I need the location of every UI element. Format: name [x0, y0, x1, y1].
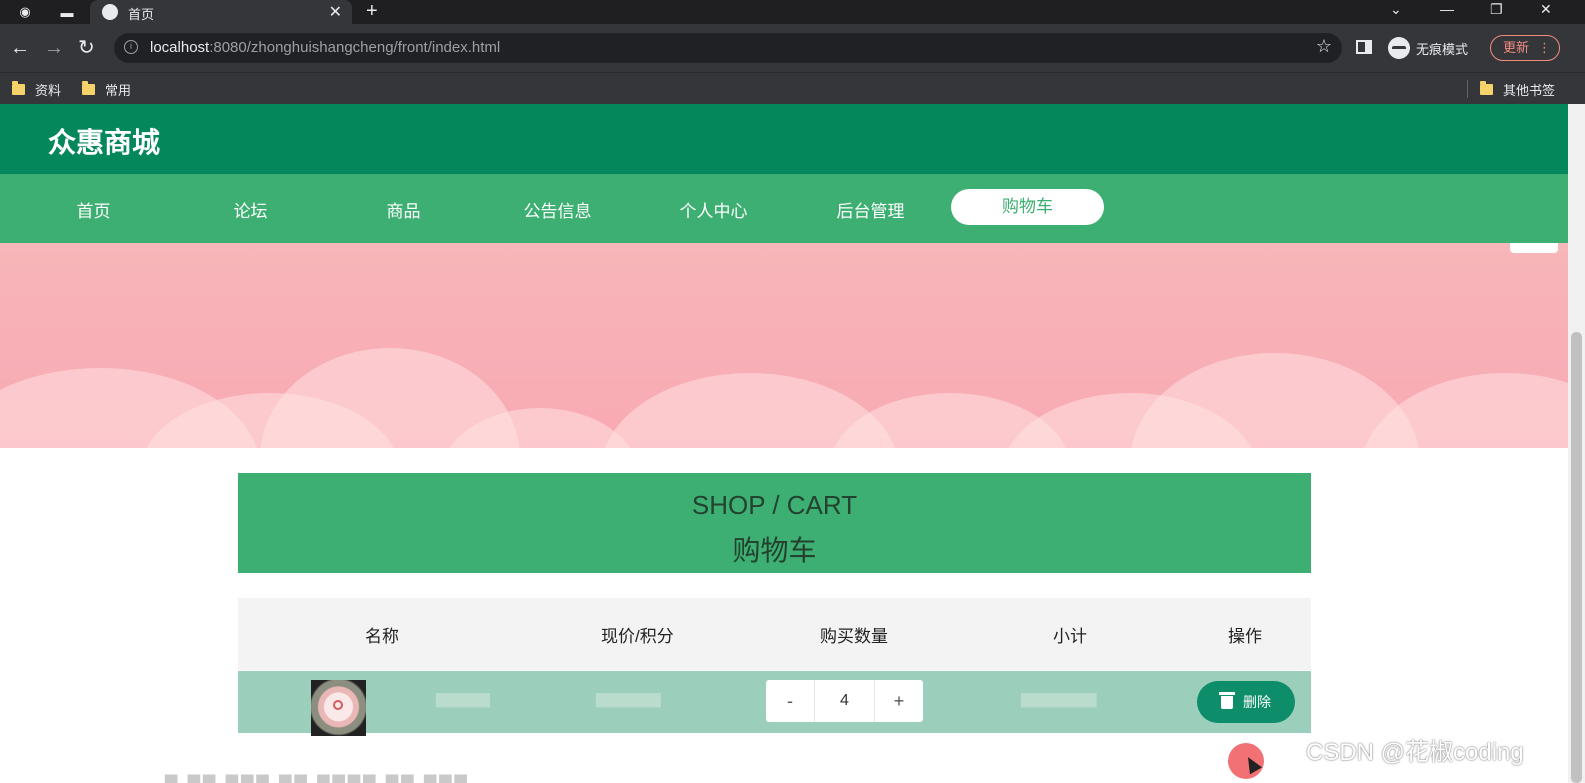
- web-page: 众惠商城 首页 论坛 商品 公告信息 个人中心 后台管理 购物车 SHOP / …: [0, 104, 1568, 783]
- site-info-icon[interactable]: i: [124, 40, 138, 54]
- nav-products[interactable]: 商品: [327, 194, 480, 230]
- column-header-action: 操作: [1228, 627, 1262, 646]
- tab-search-icon[interactable]: ⌄: [1390, 0, 1402, 18]
- bookmark-star-icon[interactable]: ☆: [1316, 36, 1332, 57]
- tab-title: 首页: [128, 7, 155, 22]
- folder-icon: [12, 81, 25, 95]
- other-bookmarks-label: 其他书签: [1503, 83, 1556, 98]
- close-window-icon[interactable]: ✕: [1540, 0, 1552, 18]
- nav-forum[interactable]: 论坛: [174, 194, 327, 230]
- other-bookmarks[interactable]: 其他书签: [1480, 80, 1555, 99]
- blurred-footer-text: ▇ ▇▇ ▇▇▇ ▇▇ ▇▇▇▇ ▇▇ ▇▇▇: [165, 774, 470, 783]
- url-text[interactable]: localhost:8080/zhonghuishangcheng/front/…: [150, 39, 500, 56]
- cart-row: ▇▇▇▇▇ ▇▇▇▇▇▇ - 4 + ▇▇▇▇▇▇▇ 删除: [238, 671, 1311, 736]
- close-tab-icon[interactable]: ✕: [329, 2, 342, 22]
- more-menu-icon[interactable]: ⋮: [1538, 36, 1551, 59]
- bookmark-label: 常用: [105, 83, 132, 98]
- delete-label: 删除: [1243, 694, 1271, 710]
- watermark: CSDN @花椒coding: [1306, 739, 1524, 766]
- nav-announcements[interactable]: 公告信息: [481, 194, 634, 230]
- back-icon[interactable]: ←: [10, 37, 30, 59]
- quantity-decrease-button[interactable]: -: [766, 680, 814, 722]
- bookmark-folder-ziliao[interactable]: 资料: [12, 80, 61, 99]
- bookmark-label: 资料: [35, 83, 62, 98]
- nav-home[interactable]: 首页: [17, 194, 170, 230]
- subtotal-redacted: ▇▇▇▇▇▇▇: [1021, 691, 1097, 707]
- browser-tab-strip: ◉ ▬ 首页 ✕ + ⌄ — ❐ ✕: [0, 0, 1585, 24]
- delete-button[interactable]: 删除: [1197, 681, 1295, 723]
- bookmark-folder-changyong[interactable]: 常用: [82, 80, 131, 99]
- column-header-quantity: 购买数量: [820, 627, 888, 646]
- incognito-indicator[interactable]: 无痕模式: [1388, 36, 1468, 60]
- cart-section-header: SHOP / CART 购物车: [238, 473, 1311, 573]
- bookmarks-bar: 资料 常用 其他书签: [0, 72, 1585, 105]
- product-thumbnail[interactable]: [311, 680, 366, 736]
- nav-cart[interactable]: 购物车: [951, 189, 1104, 225]
- bookmarks-divider: [1467, 80, 1468, 98]
- globe-icon: [102, 4, 118, 20]
- incognito-label: 无痕模式: [1416, 41, 1469, 57]
- banner-decoration: [1360, 373, 1568, 448]
- tab-overview-icon[interactable]: ▬: [58, 3, 76, 21]
- main-nav: 首页 论坛 商品 公告信息 个人中心 后台管理 购物车: [0, 174, 1568, 243]
- reload-icon[interactable]: ↻: [78, 37, 95, 59]
- address-bar[interactable]: i localhost:8080/zhonghuishangcheng/fron…: [114, 33, 1342, 63]
- update-label: 更新: [1503, 40, 1530, 55]
- update-button[interactable]: 更新 ⋮: [1490, 35, 1560, 61]
- forward-icon[interactable]: →: [44, 37, 64, 59]
- trash-icon: [1219, 691, 1235, 709]
- quantity-value[interactable]: 4: [814, 680, 875, 722]
- page-scrollbar[interactable]: [1568, 104, 1585, 783]
- product-price-redacted: ▇▇▇▇▇▇: [596, 691, 661, 707]
- banner-carousel[interactable]: [0, 243, 1568, 448]
- incognito-icon: [1388, 37, 1410, 59]
- site-header: 众惠商城: [0, 104, 1568, 174]
- banner-tab: [1510, 243, 1558, 253]
- folder-icon: [82, 81, 95, 95]
- nav-profile[interactable]: 个人中心: [637, 194, 790, 230]
- column-header-subtotal: 小计: [1053, 627, 1087, 646]
- column-header-name: 名称: [365, 627, 399, 646]
- column-header-price: 现价/积分: [601, 627, 674, 646]
- nav-admin[interactable]: 后台管理: [794, 194, 947, 230]
- side-panel-icon[interactable]: [1356, 40, 1372, 54]
- product-name-redacted[interactable]: ▇▇▇▇▇: [436, 691, 490, 708]
- quantity-stepper: - 4 +: [766, 680, 923, 722]
- address-toolbar: ← → ↻ i localhost:8080/zhonghuishangchen…: [0, 24, 1585, 72]
- folder-icon: [1480, 81, 1493, 95]
- quantity-increase-button[interactable]: +: [875, 680, 923, 722]
- new-tab-icon[interactable]: +: [366, 0, 378, 22]
- site-logo-text[interactable]: 众惠商城: [48, 121, 160, 161]
- cart-title-cn: 购物车: [732, 535, 817, 566]
- browser-menu-icon[interactable]: ◉: [16, 3, 34, 21]
- cart-table-header: 名称 现价/积分 购买数量 小计 操作: [238, 598, 1311, 670]
- minimize-icon[interactable]: —: [1440, 0, 1454, 18]
- browser-tab[interactable]: 首页 ✕: [90, 0, 352, 24]
- scrollbar-thumb[interactable]: [1571, 332, 1582, 783]
- cart-title-en: SHOP / CART: [691, 490, 858, 520]
- restore-icon[interactable]: ❐: [1490, 0, 1503, 18]
